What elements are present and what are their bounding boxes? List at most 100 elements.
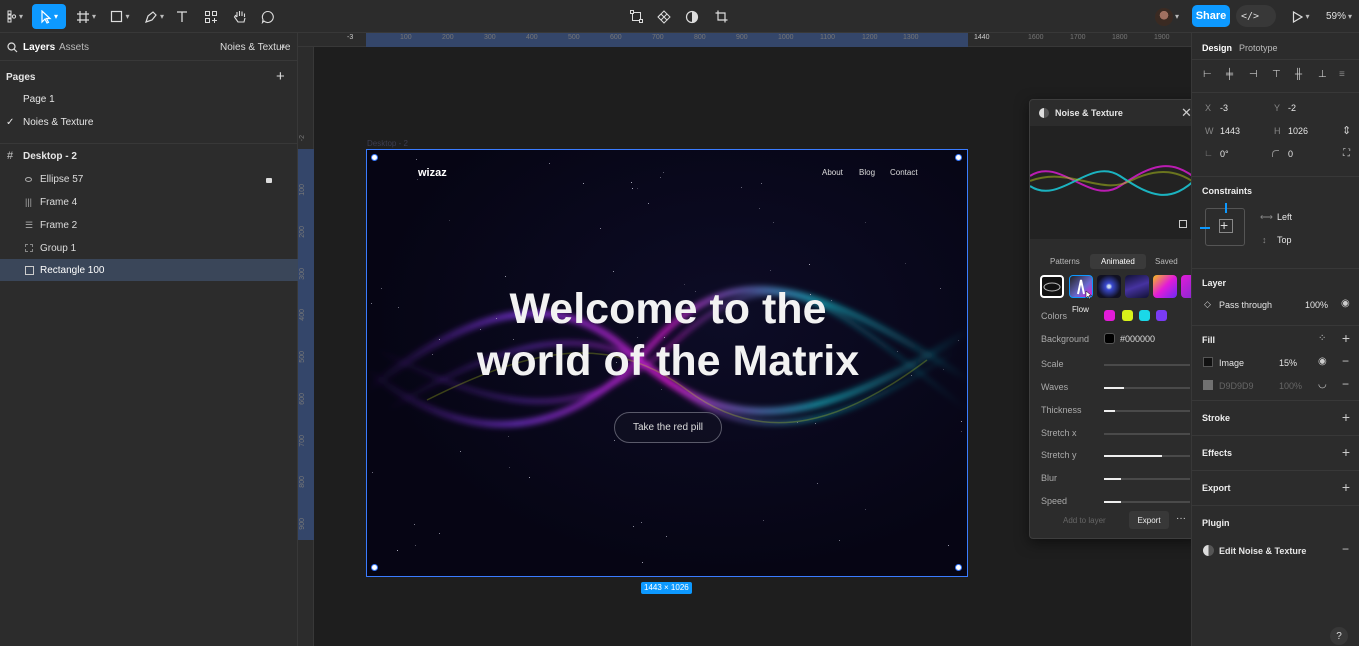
- comment-tool-button[interactable]: [257, 4, 279, 29]
- fill-opacity[interactable]: 100%: [1279, 381, 1302, 391]
- eye-icon[interactable]: ◉: [1341, 298, 1350, 309]
- h-field[interactable]: 1026: [1288, 126, 1308, 136]
- tab-prototype[interactable]: Prototype: [1239, 43, 1278, 53]
- export-button[interactable]: Export: [1129, 511, 1169, 529]
- remove-fill-icon[interactable]: −: [1342, 354, 1349, 368]
- nav-link-contact[interactable]: Contact: [890, 168, 918, 177]
- fill-label[interactable]: D9D9D9: [1219, 381, 1254, 391]
- tab-patterns[interactable]: Patterns: [1050, 257, 1080, 266]
- fill-opacity[interactable]: 15%: [1279, 358, 1297, 368]
- page-item[interactable]: Page 1: [0, 88, 298, 110]
- remove-plugin-icon[interactable]: −: [1342, 542, 1349, 556]
- frame-name-label[interactable]: Desktop - 2: [367, 139, 408, 148]
- align-left-icon[interactable]: ⊢: [1203, 69, 1212, 80]
- align-top-icon[interactable]: ⊤: [1272, 69, 1281, 80]
- background-swatch[interactable]: [1104, 333, 1115, 344]
- desktop-frame[interactable]: wizaz About Blog Contact Welcome to the …: [366, 149, 968, 577]
- layer-row-selected[interactable]: Rectangle 100: [0, 259, 298, 281]
- component-button[interactable]: [654, 4, 674, 29]
- horizontal-constraint-select[interactable]: Left: [1277, 212, 1292, 222]
- pattern-thumb[interactable]: [1153, 275, 1177, 298]
- remove-fill-icon[interactable]: −: [1342, 377, 1349, 391]
- x-field[interactable]: -3: [1220, 103, 1228, 113]
- hand-tool-button[interactable]: [229, 4, 251, 29]
- present-button[interactable]: ▾: [1288, 4, 1314, 29]
- pen-tool-button[interactable]: ▾: [140, 4, 168, 29]
- constrain-proportions-icon[interactable]: ⇕: [1342, 124, 1351, 137]
- distribute-icon[interactable]: ≡: [1339, 69, 1345, 80]
- add-effect-icon[interactable]: +: [1342, 444, 1350, 460]
- resize-handle[interactable]: [371, 154, 378, 161]
- tab-assets[interactable]: Assets: [59, 42, 89, 53]
- zoom-dropdown[interactable]: 59% ▾: [1322, 4, 1356, 29]
- fill-label[interactable]: Image: [1219, 358, 1244, 368]
- lock-icon[interactable]: [266, 178, 272, 183]
- y-field[interactable]: -2: [1288, 103, 1296, 113]
- color-swatch[interactable]: [1139, 310, 1150, 321]
- pattern-thumb[interactable]: [1125, 275, 1149, 298]
- add-to-layer-button[interactable]: Add to layer: [1063, 516, 1106, 525]
- layer-row[interactable]: ☰ Frame 2: [0, 214, 298, 236]
- layer-frame[interactable]: # Desktop - 2: [0, 145, 298, 167]
- share-button[interactable]: Share: [1192, 5, 1230, 27]
- corner-radius-field[interactable]: 0: [1288, 149, 1293, 159]
- cta-button[interactable]: Take the red pill: [614, 412, 722, 443]
- slider-thickness[interactable]: [1104, 410, 1190, 412]
- resize-handle[interactable]: [955, 564, 962, 571]
- shape-tool-button[interactable]: ▾: [106, 4, 134, 29]
- edit-plugin-item[interactable]: Edit Noise & Texture: [1219, 546, 1306, 556]
- main-menu-button[interactable]: ▾: [4, 4, 26, 29]
- tab-saved[interactable]: Saved: [1155, 257, 1178, 266]
- slider-stretch-x[interactable]: [1104, 433, 1190, 435]
- search-icon[interactable]: [7, 42, 18, 53]
- align-bottom-icon[interactable]: ⊥: [1318, 69, 1327, 80]
- help-icon[interactable]: ?: [1330, 627, 1348, 645]
- slider-scale[interactable]: [1104, 364, 1190, 366]
- color-swatch[interactable]: [1104, 310, 1115, 321]
- nav-link-blog[interactable]: Blog: [859, 168, 875, 177]
- resize-handle[interactable]: [371, 564, 378, 571]
- add-export-icon[interactable]: +: [1342, 479, 1350, 495]
- background-value[interactable]: #000000: [1120, 334, 1155, 344]
- slider-waves[interactable]: [1104, 387, 1190, 389]
- site-logo[interactable]: wizaz: [418, 167, 447, 179]
- pattern-thumb[interactable]: [1097, 275, 1121, 298]
- slider-stretch-y[interactable]: [1104, 455, 1190, 457]
- add-stroke-icon[interactable]: +: [1342, 409, 1350, 425]
- blend-mode-select[interactable]: Pass through: [1219, 300, 1272, 310]
- pattern-thumb[interactable]: [1040, 275, 1064, 298]
- fill-swatch[interactable]: [1203, 357, 1213, 367]
- transform-button[interactable]: [626, 4, 646, 29]
- layer-row[interactable]: Group 1: [0, 237, 298, 259]
- layer-row[interactable]: ||| Frame 4: [0, 191, 298, 213]
- text-tool-button[interactable]: [172, 4, 192, 29]
- user-avatar[interactable]: ▾: [1150, 4, 1184, 29]
- slider-blur[interactable]: [1104, 478, 1190, 480]
- more-options-icon[interactable]: ···: [1176, 513, 1186, 524]
- layer-row[interactable]: Ellipse 57: [0, 168, 298, 190]
- eye-closed-icon[interactable]: ◡: [1318, 379, 1327, 390]
- fullscreen-icon[interactable]: [1179, 220, 1187, 228]
- color-swatch[interactable]: [1122, 310, 1133, 321]
- fill-swatch[interactable]: [1203, 380, 1213, 390]
- constraints-widget[interactable]: +: [1200, 203, 1245, 246]
- crop-button[interactable]: [711, 4, 731, 29]
- tab-layers[interactable]: Layers: [23, 42, 55, 53]
- dev-mode-toggle[interactable]: </>: [1236, 5, 1276, 27]
- eye-icon[interactable]: ◉: [1318, 356, 1327, 367]
- fullscreen-icon[interactable]: ⛶: [1343, 148, 1350, 159]
- resize-handle[interactable]: [955, 154, 962, 161]
- move-tool-button[interactable]: ▾: [32, 4, 66, 29]
- fill-styles-icon[interactable]: ⁘: [1318, 333, 1326, 344]
- layer-opacity-field[interactable]: 100%: [1305, 300, 1328, 310]
- add-fill-icon[interactable]: +: [1342, 330, 1350, 346]
- nav-link-about[interactable]: About: [822, 168, 843, 177]
- tab-design[interactable]: Design: [1202, 43, 1232, 53]
- slider-speed[interactable]: [1104, 501, 1190, 503]
- chevron-up-icon[interactable]: ▴: [281, 41, 285, 50]
- align-right-icon[interactable]: ⊣: [1249, 69, 1258, 80]
- rotation-field[interactable]: 0°: [1220, 149, 1229, 159]
- resources-button[interactable]: [200, 4, 222, 29]
- mask-button[interactable]: [682, 4, 702, 29]
- align-center-v-icon[interactable]: ╫: [1295, 69, 1302, 80]
